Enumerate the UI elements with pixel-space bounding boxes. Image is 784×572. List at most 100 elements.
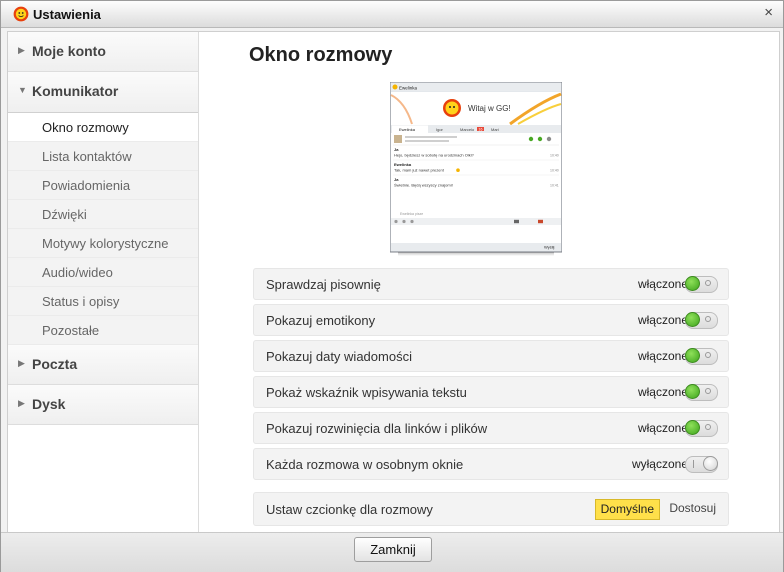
- sidebar-section-label: Komunikator: [32, 83, 119, 99]
- preview-contact-name: Ewelinka: [399, 85, 418, 90]
- setting-state: włączone: [637, 385, 688, 399]
- sidebar-item-status-i-opisy[interactable]: Status i opisy: [8, 287, 198, 316]
- separate-windows-toggle[interactable]: [685, 456, 718, 473]
- preview-video-icon: [537, 136, 543, 142]
- preview-toolbar-icon: [538, 219, 543, 224]
- sidebar-section-komunikator[interactable]: ▼ Komunikator: [8, 72, 198, 113]
- sidebar-item-label: Powiadomienia: [42, 178, 131, 193]
- sidebar-item-audio-wideo[interactable]: Audio/wideo: [8, 258, 198, 287]
- link-previews-toggle[interactable]: [685, 420, 718, 437]
- preview-format-toolbar: [391, 218, 561, 225]
- preview-contact-avatar: [394, 135, 402, 143]
- settings-list: Sprawdzaj pisownię włączone Pokazuj emot…: [253, 268, 729, 526]
- chevron-right-icon: ▶: [18, 45, 25, 55]
- toggle-off-mark-icon: [705, 280, 711, 286]
- preview-toolbar-icon: [402, 219, 406, 224]
- preview-message-text: Świetnie. Będą wszyscy znajomi!: [394, 183, 453, 188]
- preview-input-area: [391, 225, 561, 243]
- toggle-knob: [685, 276, 700, 291]
- preview-sun-eye: [453, 106, 455, 108]
- preview-sun-eye: [449, 106, 451, 108]
- preview-send-button: Wyślij: [544, 245, 555, 250]
- setting-state: włączone: [637, 277, 688, 291]
- chevron-right-icon: ▶: [18, 358, 25, 368]
- sidebar-item-motywy-kolorystyczne[interactable]: Motywy kolorystyczne: [8, 229, 198, 258]
- sidebar-item-dzwieki[interactable]: Dźwięki: [8, 200, 198, 229]
- preview-bottom-bar: [391, 243, 561, 251]
- preview-message-time: 10:40: [550, 154, 559, 158]
- preview-message-author: Ja: [394, 177, 399, 182]
- preview-typing-indicator: Ewelinka pisze: [400, 212, 423, 216]
- preview-shadow: [398, 252, 554, 256]
- preview-tab-label: Mari: [491, 127, 499, 132]
- setting-row-chat-font: Ustaw czcionkę dla rozmowy Domyślne Dost…: [253, 492, 729, 526]
- chevron-down-icon: ▼: [18, 85, 27, 95]
- main-panel: Okno rozmowy Ewelinka Witaj w GG! Ewelin…: [199, 32, 779, 532]
- setting-label: Pokaż wskaźnik wpisywania tekstu: [266, 385, 467, 400]
- gg-sun-icon: [13, 6, 29, 22]
- setting-label: Pokazuj daty wiadomości: [266, 349, 412, 364]
- setting-row-link-previews: Pokazuj rozwinięcia dla linków i plików …: [253, 412, 729, 444]
- preview-app-icon: [392, 84, 398, 90]
- chat-window-preview: Ewelinka Witaj w GG! Ewelinka Igor Marce…: [390, 82, 562, 256]
- setting-label: Każda rozmowa w osobnym oknie: [266, 457, 464, 472]
- toggle-knob: [685, 384, 700, 399]
- setting-state: włączone: [637, 421, 688, 435]
- setting-row-emoticons: Pokazuj emotikony włączone: [253, 304, 729, 336]
- setting-row-typing-indicator: Pokaż wskaźnik wpisywania tekstu włączon…: [253, 376, 729, 408]
- sidebar-item-label: Lista kontaktów: [42, 149, 132, 164]
- close-button[interactable]: Zamknij: [354, 537, 432, 562]
- emoticons-toggle[interactable]: [685, 312, 718, 329]
- toggle-knob: [685, 312, 700, 327]
- preview-message-author: Ewelinka: [394, 162, 412, 167]
- toggle-knob: [685, 348, 700, 363]
- message-dates-toggle[interactable]: [685, 348, 718, 365]
- sidebar-section-moje-konto[interactable]: ▶ Moje konto: [8, 32, 198, 72]
- spell-check-toggle[interactable]: [685, 276, 718, 293]
- preview-toolbar-icon: [410, 219, 414, 224]
- sidebar-item-label: Motywy kolorystyczne: [42, 236, 169, 251]
- sidebar-item-lista-kontaktow[interactable]: Lista kontaktów: [8, 142, 198, 171]
- font-customize-button[interactable]: Dostosuj: [669, 501, 716, 515]
- close-window-icon[interactable]: ×: [764, 4, 773, 21]
- sidebar-item-powiadomienia[interactable]: Powiadomienia: [8, 171, 198, 200]
- toggle-on-mark-icon: [693, 460, 694, 468]
- preview-message-text: Tak, mam już nawet prezent: [394, 168, 445, 173]
- sidebar: ▶ Moje konto ▼ Komunikator Okno rozmowy …: [8, 32, 199, 532]
- setting-state: włączone: [637, 349, 688, 363]
- setting-row-separate-windows: Każda rozmowa w osobnym oknie wyłączone: [253, 448, 729, 480]
- preview-toolbar-icon: [514, 219, 519, 224]
- preview-message-time: 10:40: [550, 169, 559, 173]
- setting-label: Pokazuj rozwinięcia dla linków i plików: [266, 421, 488, 436]
- sidebar-item-label: Okno rozmowy: [42, 120, 129, 135]
- typing-indicator-toggle[interactable]: [685, 384, 718, 401]
- setting-row-spell-check: Sprawdzaj pisownię włączone: [253, 268, 729, 300]
- setting-label: Ustaw czcionkę dla rozmowy: [266, 502, 433, 517]
- settings-window: Ustawienia × ▶ Moje konto ▼ Komunikator …: [0, 0, 784, 572]
- preview-chat-area: [391, 133, 561, 219]
- setting-row-message-dates: Pokazuj daty wiadomości włączone: [253, 340, 729, 372]
- sidebar-section-label: Dysk: [32, 396, 66, 412]
- sidebar-item-label: Pozostałe: [42, 323, 100, 338]
- sidebar-item-pozostale[interactable]: Pozostałe: [8, 316, 198, 345]
- setting-label: Sprawdzaj pisownię: [266, 277, 381, 292]
- font-default-button[interactable]: Domyślne: [594, 499, 660, 520]
- sidebar-section-label: Poczta: [32, 356, 78, 372]
- toggle-knob: [703, 456, 718, 471]
- preview-message-text: Hejo, będziesz w sobotę na urodzinach Ol…: [394, 153, 475, 158]
- chevron-right-icon: ▶: [18, 398, 25, 408]
- preview-sun-face: [445, 101, 459, 115]
- sidebar-section-poczta[interactable]: ▶ Poczta: [8, 345, 198, 385]
- sidebar-item-okno-rozmowy[interactable]: Okno rozmowy: [8, 113, 198, 142]
- setting-state: wyłączone: [631, 457, 688, 471]
- preview-toolbar-icon: [394, 219, 398, 224]
- sidebar-item-label: Dźwięki: [42, 207, 87, 222]
- preview-tab-label: Marcelo: [460, 127, 475, 132]
- sidebar-section-dysk[interactable]: ▶ Dysk: [8, 385, 198, 425]
- toggle-off-mark-icon: [705, 388, 711, 394]
- preview-call-icon: [528, 136, 534, 142]
- preview-tab-badge-count: 16: [479, 127, 483, 131]
- sidebar-item-label: Audio/wideo: [42, 265, 113, 280]
- title-bar: Ustawienia ×: [1, 1, 783, 28]
- preview-tab-label: Igor: [436, 127, 444, 132]
